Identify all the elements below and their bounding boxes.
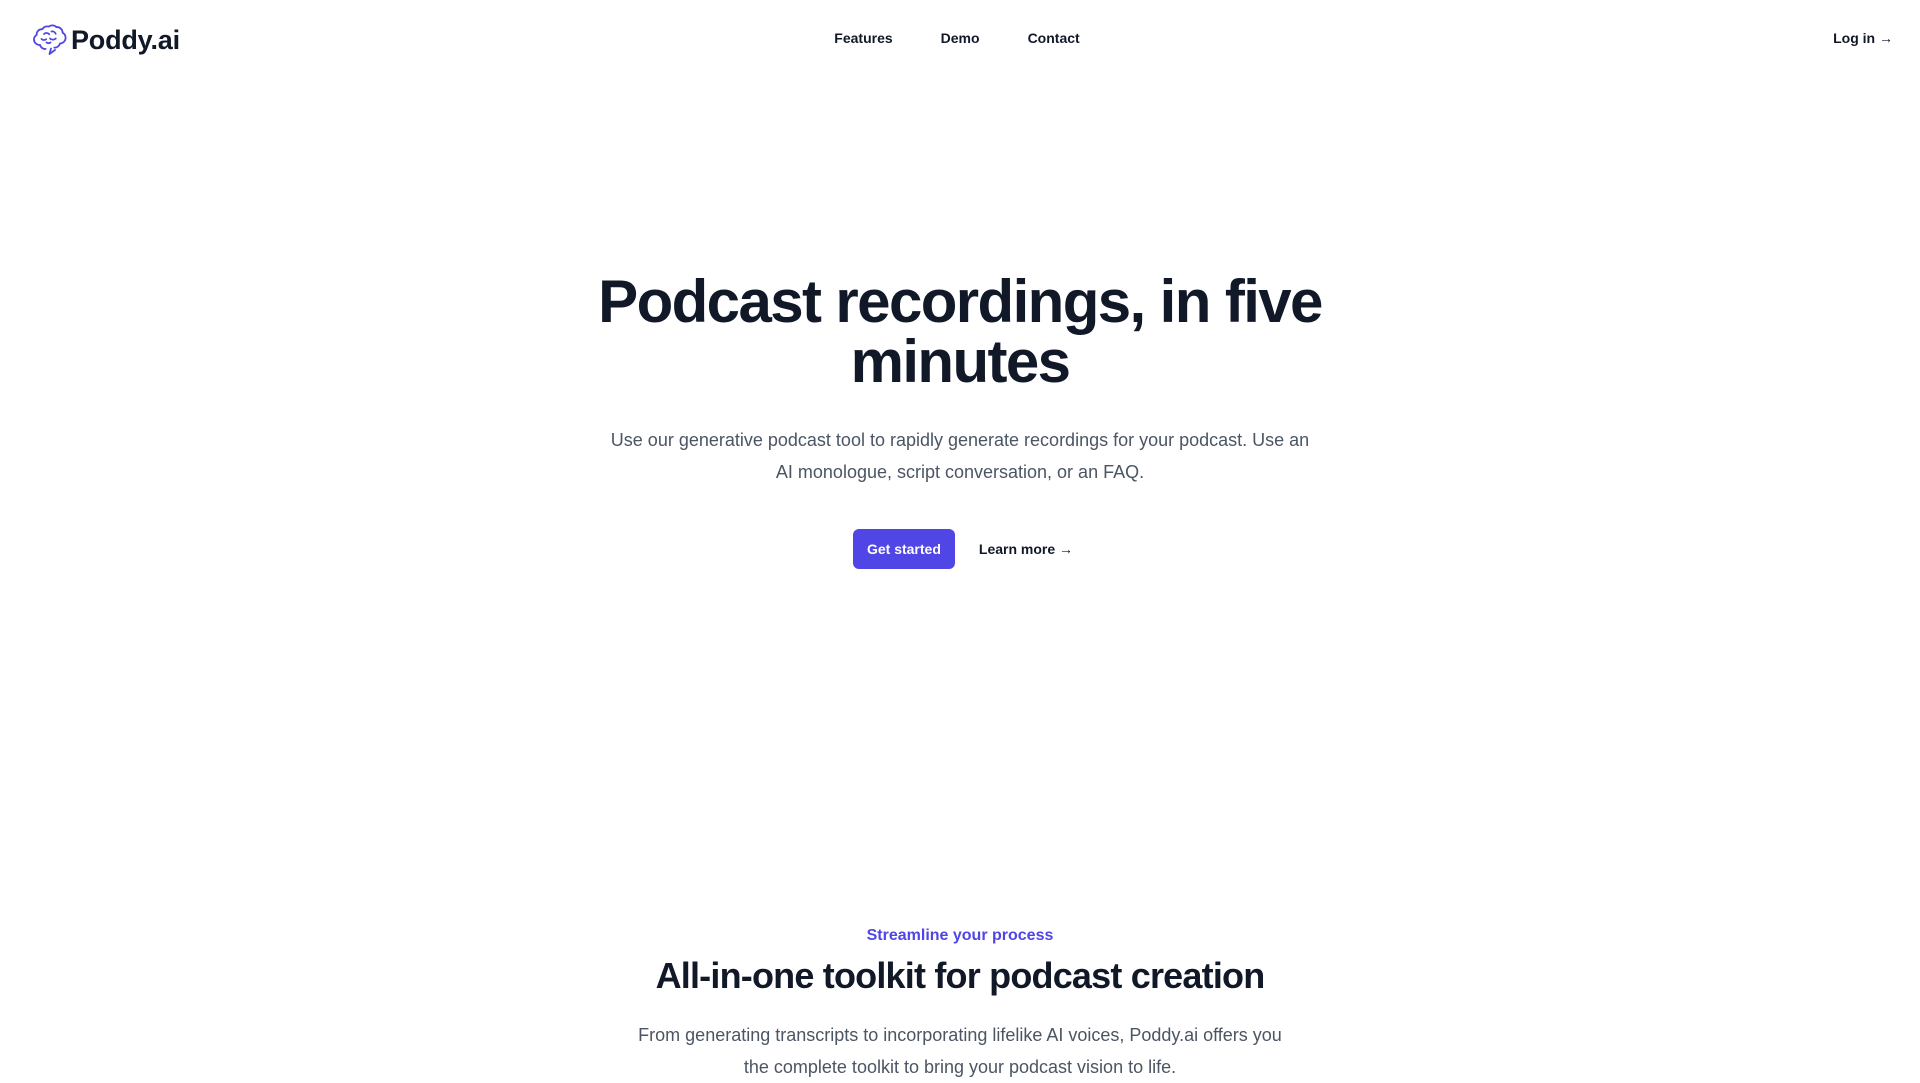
learn-more-link[interactable]: Learn more → bbox=[979, 541, 1073, 557]
features-intro-section: Streamline your process All-in-one toolk… bbox=[0, 924, 1920, 1083]
nav-link-contact[interactable]: Contact bbox=[1028, 30, 1080, 46]
primary-nav: Features Demo Contact bbox=[0, 30, 1917, 46]
get-started-button[interactable]: Get started bbox=[852, 529, 955, 569]
nav-link-features[interactable]: Features bbox=[834, 30, 892, 46]
nav-link-demo[interactable]: Demo bbox=[941, 30, 980, 46]
top-navigation: Poddy.ai Features Demo Contact Log in → bbox=[0, 0, 1920, 80]
features-description: From generating transcripts to incorpora… bbox=[638, 1025, 1282, 1077]
features-eyebrow: Streamline your process bbox=[866, 927, 1054, 944]
login-link[interactable]: Log in → bbox=[1833, 30, 1893, 46]
hero-section: Podcast recordings, in five minutes Use … bbox=[0, 272, 1920, 569]
hero-title: Podcast recordings, in five minutes bbox=[598, 268, 1323, 395]
hero-subtitle: Use our generative podcast tool to rapid… bbox=[610, 430, 1310, 482]
hero-cta-group: Get started Learn more → bbox=[3, 529, 1920, 569]
features-title: All-in-one toolkit for podcast creation bbox=[655, 955, 1266, 996]
